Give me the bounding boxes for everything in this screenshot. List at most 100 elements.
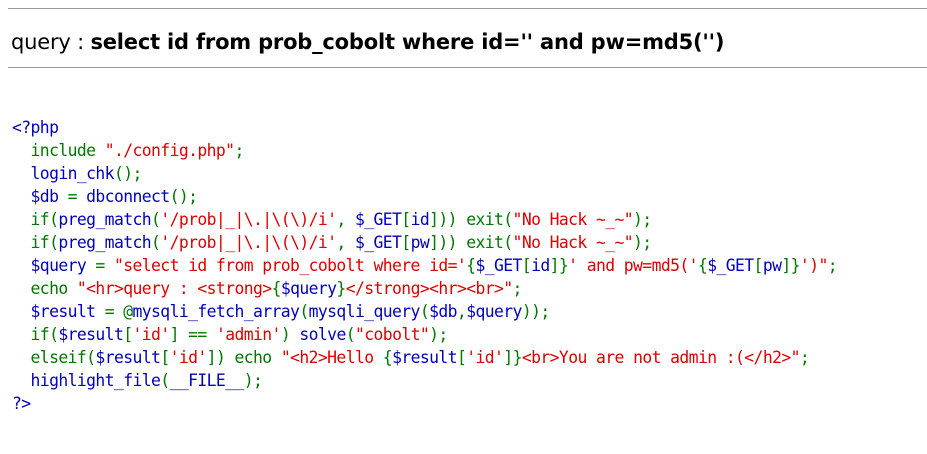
code-token: "./config.php"	[104, 141, 235, 160]
code-token: ();	[169, 187, 198, 206]
query-label: query :	[11, 30, 91, 54]
code-token: $db	[12, 187, 68, 206]
code-token: (	[151, 210, 161, 229]
code-token: (	[151, 233, 161, 252]
code-token: );	[633, 210, 652, 229]
code-line: include "./config.php";	[12, 139, 837, 162]
code-token: elseif(	[12, 348, 96, 367]
code-token: ])) exit(	[429, 210, 513, 229]
code-line: $db = dbconnect();	[12, 185, 837, 208]
code-token: $_GET	[354, 233, 402, 252]
code-token: [	[521, 256, 532, 275]
code-token: {	[382, 348, 393, 367]
code-token: ;	[234, 141, 244, 160]
code-token: id	[410, 210, 430, 229]
code-token: preg_match	[58, 210, 152, 229]
code-token: $query	[280, 279, 337, 298]
code-line: highlight_file(__FILE__);	[12, 369, 837, 392]
code-token: ]}	[549, 256, 569, 275]
code-line: login_chk();	[12, 162, 837, 185]
code-token: "cobolt"	[355, 325, 430, 344]
code-token: [	[123, 325, 133, 344]
code-token: ,	[336, 233, 355, 252]
code-token: dbconnect	[86, 187, 170, 206]
code-token: [	[456, 348, 467, 367]
code-token: )	[280, 325, 300, 344]
code-token: ,	[456, 302, 467, 321]
code-token: [	[401, 233, 411, 252]
code-token: ] ==	[169, 325, 216, 344]
code-token: if(	[12, 210, 59, 229]
code-token: $result	[58, 325, 124, 344]
code-token: {	[271, 279, 282, 298]
code-token: ;	[799, 348, 810, 367]
code-token: ')"	[799, 256, 828, 275]
code-token: echo	[12, 279, 77, 298]
code-token: '/prob|_|\.|\(\)/i'	[160, 210, 337, 229]
code-line: if($result['id'] == 'admin') solve("cobo…	[12, 323, 837, 346]
code-token: $query	[466, 302, 522, 321]
code-token: "No Hack ~_~"	[512, 210, 634, 229]
code-line: echo "<hr>query : <strong>{$query}</stro…	[12, 277, 837, 300]
code-token: id	[531, 256, 550, 275]
code-token: preg_match	[58, 233, 152, 252]
code-token: );	[243, 371, 263, 390]
code-token: ));	[521, 302, 550, 321]
code-token: ]) echo	[206, 348, 281, 367]
code-token: ;	[827, 256, 838, 275]
query-display: query : select id from prob_cobolt where…	[11, 27, 724, 57]
code-token: (	[419, 302, 430, 321]
code-token: solve	[299, 325, 346, 344]
code-token: $query	[12, 256, 96, 275]
code-token: (	[299, 302, 309, 321]
query-text: select id from prob_cobolt where id='' a…	[90, 30, 725, 54]
code-token: $_GET	[475, 256, 522, 275]
code-token: "<h2>Hello	[280, 348, 383, 367]
code-token: [	[160, 348, 170, 367]
code-token: pw	[762, 256, 782, 275]
code-line: if(preg_match('/prob|_|\.|\(\)/i', $_GET…	[12, 231, 837, 254]
code-token: '/prob|_|\.|\(\)/i'	[160, 233, 337, 252]
code-line: if(preg_match('/prob|_|\.|\(\)/i', $_GET…	[12, 208, 837, 231]
code-token: $_GET	[707, 256, 754, 275]
code-line: <?php	[12, 116, 837, 139]
code-token: ?>	[12, 394, 31, 413]
code-token: 'admin'	[215, 325, 281, 344]
bottom-horizontal-rule	[8, 67, 927, 68]
code-line: ?>	[12, 392, 837, 415]
code-line: $query = "select id from prob_cobolt whe…	[12, 254, 838, 277]
code-token: ])) exit(	[429, 233, 513, 252]
code-token: );	[633, 233, 652, 252]
code-token: }	[336, 279, 346, 298]
code-token: $result	[392, 348, 457, 367]
code-token: $result	[12, 302, 105, 321]
code-token: __FILE__	[169, 371, 245, 390]
code-token: <br>You are not admin :(</h2>"	[521, 348, 801, 367]
top-horizontal-rule	[8, 8, 927, 9]
code-token: if(	[12, 325, 59, 344]
code-token: include	[12, 141, 105, 160]
code-token: pw	[410, 233, 430, 252]
code-token: </strong><hr><br>"	[345, 279, 513, 298]
code-token: = @	[104, 302, 133, 321]
code-token: mysqli_query	[308, 302, 421, 321]
code-token: 'id'	[169, 348, 208, 367]
code-line: elseif($result['id']) echo "<h2>Hello {$…	[12, 346, 837, 369]
code-token: 'id'	[132, 325, 171, 344]
code-token: ();	[113, 164, 142, 183]
code-line: $result = @mysqli_fetch_array(mysqli_que…	[12, 300, 837, 323]
code-token: $_GET	[354, 210, 402, 229]
code-token: if(	[12, 233, 59, 252]
code-token: login_chk	[12, 164, 115, 183]
highlighted-php-source: <?php include "./config.php"; login_chk(…	[12, 116, 838, 415]
code-token: "<hr>query : <strong>	[76, 279, 272, 298]
code-token: [	[401, 210, 411, 229]
code-token: "select id from prob_cobolt where id='	[113, 256, 467, 275]
code-token: "No Hack ~_~"	[512, 233, 634, 252]
code-token: ;	[512, 279, 523, 298]
code-token: ,	[336, 210, 355, 229]
code-token: ' and pw=md5('	[568, 256, 698, 275]
code-token: $result	[95, 348, 161, 367]
code-token: =	[95, 256, 114, 275]
code-token: <?php	[12, 118, 59, 137]
